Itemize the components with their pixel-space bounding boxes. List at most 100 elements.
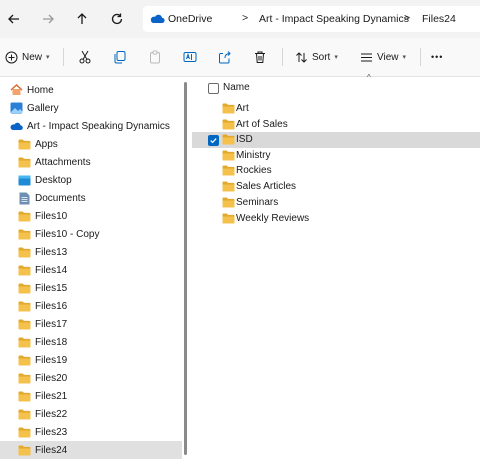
list-item[interactable]: Sales Articles	[192, 179, 480, 195]
item-name: Art of Sales	[236, 119, 288, 130]
ellipsis-icon: •••	[431, 52, 444, 62]
breadcrumb-separator[interactable]: >	[404, 12, 410, 24]
folder-icon-wrap	[17, 336, 31, 348]
desktop-icon-wrap	[17, 174, 31, 186]
scissors-icon	[79, 50, 91, 64]
arrow-up-icon	[77, 13, 87, 24]
sidebar-item-label: Files16	[35, 300, 68, 312]
view-button[interactable]: View ▾	[360, 47, 406, 67]
delete-button[interactable]	[253, 47, 267, 67]
folder-icon-wrap	[17, 408, 31, 420]
item-name: Art	[236, 103, 249, 114]
sidebar-item-files13[interactable]: Files13	[0, 243, 182, 261]
sidebar-item-files23[interactable]: Files23	[0, 423, 182, 441]
plus-circle-icon	[5, 51, 18, 63]
share-button[interactable]	[218, 47, 232, 67]
view-icon	[361, 53, 372, 61]
sidebar-item-files22[interactable]: Files22	[0, 405, 182, 423]
new-button[interactable]: New ▾	[5, 47, 50, 67]
column-header-name[interactable]: Name	[223, 82, 250, 93]
arrow-left-icon	[8, 14, 19, 24]
list-item[interactable]: Ministry	[192, 148, 480, 164]
sidebar-item-apps[interactable]: Apps	[0, 135, 182, 153]
sidebar-item-files19[interactable]: Files19	[0, 351, 182, 369]
item-name: ISD	[236, 134, 253, 145]
breadcrumb-separator[interactable]: >	[242, 12, 248, 24]
sidebar-item-label: Files19	[35, 354, 68, 366]
gallery-icon	[10, 102, 22, 114]
sidebar-item-documents[interactable]: Documents	[0, 189, 182, 207]
list-item[interactable]: Seminars	[192, 195, 480, 211]
list-item[interactable]: Rockies	[192, 163, 480, 179]
list-item[interactable]: ISD	[192, 132, 480, 148]
sidebar-item-files10[interactable]: Files10	[0, 207, 182, 225]
home-icon	[10, 84, 22, 95]
breadcrumb-art-impact[interactable]: Art - Impact Speaking Dynamics	[259, 12, 409, 26]
list-item[interactable]: Art	[192, 101, 480, 117]
documents-icon	[19, 192, 29, 204]
sidebar-item-label: Files10 - Copy	[35, 228, 100, 240]
sidebar-item-files21[interactable]: Files21	[0, 387, 182, 405]
home-icon-wrap	[9, 84, 23, 96]
sidebar-item-art-impact-speaking-dynamics[interactable]: Art - Impact Speaking Dynamics	[0, 117, 182, 135]
folder-icon	[18, 373, 30, 383]
sidebar-item-attachments[interactable]: Attachments	[0, 153, 182, 171]
breadcrumb-files24[interactable]: Files24	[422, 12, 456, 26]
folder-icon-wrap	[17, 372, 31, 384]
folder-icon	[222, 213, 235, 224]
sidebar-item-files10-copy[interactable]: Files10 - Copy	[0, 225, 182, 243]
breadcrumb-onedrive[interactable]: OneDrive	[168, 12, 212, 26]
item-name: Sales Articles	[236, 181, 297, 192]
sidebar-item-files16[interactable]: Files16	[0, 297, 182, 315]
sort-icon	[296, 51, 307, 63]
sidebar-item-home[interactable]: Home	[0, 81, 182, 99]
folder-icon	[222, 150, 235, 161]
sidebar-item-gallery[interactable]: Gallery	[0, 99, 182, 117]
copy-button[interactable]	[113, 47, 127, 67]
folder-icon	[222, 134, 235, 145]
refresh-button[interactable]	[107, 9, 127, 29]
refresh-icon	[111, 13, 123, 25]
sidebar-item-files24[interactable]: Files24	[0, 441, 182, 459]
sort-button[interactable]: Sort ▾	[295, 47, 338, 67]
sidebar-item-label: Gallery	[27, 102, 59, 114]
back-button[interactable]	[4, 9, 24, 29]
sidebar-item-files18[interactable]: Files18	[0, 333, 182, 351]
sidebar-scrollbar-thumb[interactable]	[184, 82, 187, 455]
sidebar-item-files17[interactable]: Files17	[0, 315, 182, 333]
sidebar-item-files20[interactable]: Files20	[0, 369, 182, 387]
folder-icon-wrap	[17, 264, 31, 276]
row-checkbox[interactable]	[208, 135, 219, 146]
copy-icon	[114, 51, 126, 64]
item-name: Rockies	[236, 165, 272, 176]
up-button[interactable]	[72, 9, 92, 29]
cut-button[interactable]	[78, 47, 92, 67]
sidebar-item-label: Files13	[35, 246, 68, 258]
more-options-button[interactable]: •••	[431, 47, 443, 67]
cloud-icon	[10, 122, 23, 130]
new-label: New	[22, 51, 43, 63]
folder-icon-wrap	[222, 103, 235, 117]
chevron-down-icon: ▾	[334, 54, 338, 61]
sidebar-item-files14[interactable]: Files14	[0, 261, 182, 279]
list-item[interactable]: Weekly Reviews	[192, 211, 480, 227]
sidebar-item-label: Files24	[35, 444, 68, 456]
sidebar-item-desktop[interactable]: Desktop	[0, 171, 182, 189]
list-item[interactable]: Art of Sales	[192, 117, 480, 133]
address-box[interactable]: OneDrive > Art - Impact Speaking Dynamic…	[143, 6, 480, 32]
rename-button[interactable]	[183, 47, 197, 67]
item-name: Ministry	[236, 150, 271, 161]
folder-icon	[222, 119, 235, 130]
folder-icon-wrap	[17, 156, 31, 168]
folder-icon	[18, 409, 30, 419]
folder-icon-wrap	[222, 150, 235, 164]
folder-icon	[18, 283, 30, 293]
view-label: View	[377, 51, 399, 63]
item-name: Seminars	[236, 197, 279, 208]
sort-chevron-up-icon: ^	[367, 73, 371, 82]
forward-button[interactable]	[38, 9, 58, 29]
select-all-checkbox[interactable]	[208, 83, 219, 94]
folder-icon-wrap	[17, 210, 31, 222]
sidebar-item-files15[interactable]: Files15	[0, 279, 182, 297]
paste-button[interactable]	[148, 47, 162, 67]
